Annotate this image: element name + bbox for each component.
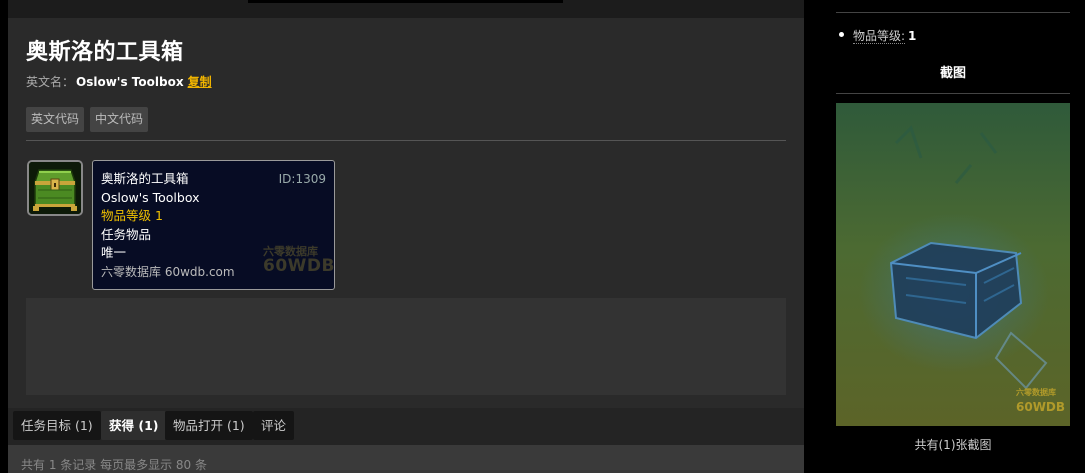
watermark-logo-text: 60WDB: [263, 256, 335, 276]
page-title: 奥斯洛的工具箱: [26, 40, 184, 65]
item-tooltip: 奥斯洛的工具箱 ID:1309 Oslow's Toolbox 物品等级 1 任…: [92, 160, 335, 290]
empty-panel: [26, 298, 786, 395]
tab-comments[interactable]: 评论: [253, 411, 295, 440]
screenshots-title: 截图: [939, 66, 966, 81]
english-name-row: 英文名： Oslow's Toolbox 复制: [26, 73, 212, 90]
tooltip-item-level: 物品等级 1: [101, 208, 163, 224]
tab-quest-objective[interactable]: 任务目标 (1): [13, 411, 101, 440]
sidebar-item-level: 物品等级: 1: [853, 27, 916, 44]
screenshot-image: 六零数据库 60WDB: [836, 103, 1070, 426]
divider: [26, 140, 786, 141]
screenshot-watermark-en: 60WDB: [1016, 400, 1065, 414]
chest-icon[interactable]: [27, 160, 83, 216]
sidebar-divider: [836, 93, 1070, 94]
tooltip-item-id: ID:1309: [278, 172, 326, 186]
item-screenshot[interactable]: 六零数据库 60WDB: [836, 103, 1070, 426]
screenshot-count: 共有(1)张截图: [914, 438, 992, 452]
top-strip: [248, 0, 563, 3]
results-count: 共有 1 条记录 每页最多显示 80 条: [21, 458, 207, 472]
item-level-value: 1: [908, 29, 917, 43]
page: 奥斯洛的工具箱 英文名： Oslow's Toolbox 复制 英文代码 中文代码: [0, 0, 1085, 473]
item-level-label[interactable]: 物品等级:: [853, 29, 906, 44]
english-name-label: 英文名：: [26, 75, 75, 89]
sidebar: 物品等级: 1 截图 六零数据库 60WDB 共有(1)张截图: [818, 0, 1085, 473]
english-code-button[interactable]: 英文代码: [26, 107, 85, 132]
tab-obtained[interactable]: 获得 (1): [101, 411, 167, 440]
english-name-value: Oslow's Toolbox: [76, 75, 184, 89]
bullet-icon: [839, 32, 844, 37]
main-panel: 奥斯洛的工具箱 英文名： Oslow's Toolbox 复制 英文代码 中文代码: [8, 0, 804, 473]
copy-link[interactable]: 复制: [188, 75, 212, 89]
chest-icon-graphic: [29, 162, 81, 214]
tooltip-english-name: Oslow's Toolbox: [101, 189, 200, 205]
tab-item-opens[interactable]: 物品打开 (1): [165, 411, 253, 440]
screenshot-watermark: 六零数据库: [1016, 387, 1056, 397]
chinese-code-button[interactable]: 中文代码: [90, 107, 149, 132]
sidebar-divider: [836, 12, 1070, 13]
tooltip-item-type: 任务物品: [101, 226, 152, 242]
